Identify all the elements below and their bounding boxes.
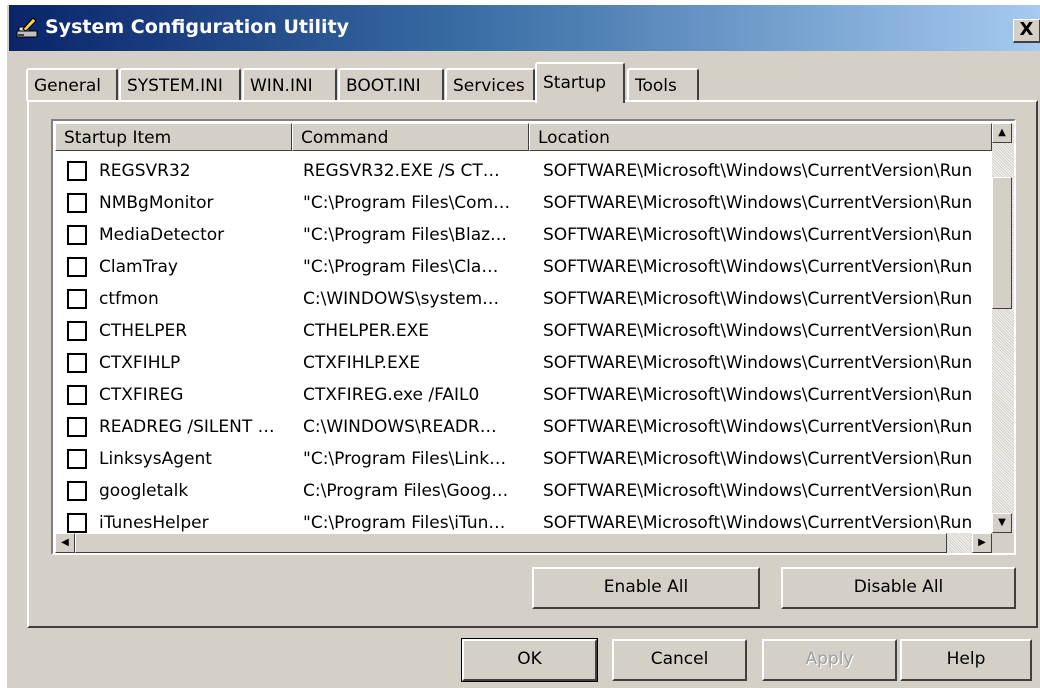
table-row[interactable]: CTHELPER CTHELPER.EXE SOFTWARE\Microsoft\W… (53, 315, 993, 347)
tab-startup[interactable]: Startup (535, 62, 625, 105)
startup-item-checkbox[interactable] (67, 513, 87, 533)
tab-boot-ini[interactable]: BOOT.INI (338, 68, 444, 101)
table-row[interactable]: REGSVR32 REGSVR32.EXE /S CT… SOFTWARE\Micr… (53, 155, 993, 187)
startup-item-checkbox[interactable] (67, 481, 87, 501)
startup-item-command: CTXFIHLP.EXE (303, 353, 421, 373)
enable-all-button[interactable]: Enable All (532, 567, 760, 609)
startup-item-checkbox[interactable] (67, 257, 87, 277)
startup-item-checkbox[interactable] (67, 321, 87, 341)
startup-item-location: SOFTWARE\Microsoft\Windows\CurrentVersio… (543, 353, 973, 373)
startup-item-command: "C:\Program Files\Cla… (303, 257, 499, 277)
scrollbar-corner (992, 533, 1014, 553)
apply-button[interactable]: Apply (762, 639, 897, 681)
msconfig-icon (16, 17, 38, 38)
startup-item-name: ClamTray (99, 257, 178, 277)
startup-item-command: "C:\Program Files\Blaz… (303, 225, 508, 245)
startup-item-command: C:\WINDOWS\READR… (303, 417, 497, 437)
arrow-up-icon[interactable]: ▲ (992, 123, 1012, 143)
tab-general[interactable]: General (26, 68, 118, 101)
startup-item-name: CTXFIHLP (99, 353, 181, 373)
arrow-right-icon[interactable]: ▶ (972, 533, 992, 553)
startup-item-name: ctfmon (99, 289, 159, 309)
startup-item-command: C:\WINDOWS\system… (303, 289, 500, 309)
startup-item-name: MediaDetector (99, 225, 225, 245)
startup-item-location: SOFTWARE\Microsoft\Windows\CurrentVersio… (543, 193, 973, 213)
startup-item-location: SOFTWARE\Microsoft\Windows\CurrentVersio… (543, 257, 973, 277)
startup-item-name: CTXFIREG (99, 385, 184, 405)
column-header-location[interactable]: Location (529, 123, 992, 151)
startup-item-command: REGSVR32.EXE /S CT… (303, 161, 500, 181)
title-bar[interactable]: System Configuration Utility X (9, 5, 1040, 51)
disable-all-button[interactable]: Disable All (781, 567, 1016, 609)
startup-item-name: CTHELPER (99, 321, 188, 341)
startup-item-name: LinksysAgent (99, 449, 212, 469)
startup-item-name: googletalk (99, 481, 189, 501)
startup-item-name: iTunesHelper (99, 513, 209, 533)
startup-item-location: SOFTWARE\Microsoft\Windows\CurrentVersio… (543, 417, 973, 437)
startup-item-location: SOFTWARE\Microsoft\Windows\CurrentVersio… (543, 289, 973, 309)
vertical-scroll-thumb[interactable] (992, 177, 1012, 309)
startup-item-checkbox[interactable] (67, 353, 87, 373)
tab-win-ini[interactable]: WIN.INI (242, 68, 337, 101)
table-row[interactable]: LinksysAgent "C:\Program Files\Link… SOFTW… (53, 443, 993, 475)
tab-tools[interactable]: Tools (627, 68, 699, 101)
startup-item-name: NMBgMonitor (99, 193, 214, 213)
startup-item-command: "C:\Program Files\Com… (303, 193, 511, 213)
tab-services[interactable]: Services (445, 68, 535, 101)
startup-item-checkbox[interactable] (67, 449, 87, 469)
startup-item-command: CTXFIREG.exe /FAIL0 (303, 385, 480, 405)
startup-item-checkbox[interactable] (67, 289, 87, 309)
startup-item-checkbox[interactable] (67, 417, 87, 437)
startup-list[interactable]: Startup Item Command Location REGSVR32 RE… (51, 119, 1016, 555)
startup-item-location: SOFTWARE\Microsoft\Windows\CurrentVersio… (543, 449, 973, 469)
startup-item-location: SOFTWARE\Microsoft\Windows\CurrentVersio… (543, 225, 973, 245)
startup-item-location: SOFTWARE\Microsoft\Windows\CurrentVersio… (543, 161, 973, 181)
startup-item-location: SOFTWARE\Microsoft\Windows\CurrentVersio… (543, 321, 973, 341)
startup-item-checkbox[interactable] (67, 193, 87, 213)
ok-button[interactable]: OK (461, 638, 598, 682)
system-configuration-window: System Configuration Utility X General S… (5, 3, 1040, 688)
table-row[interactable]: MediaDetector "C:\Program Files\Blaz… SOFT… (53, 219, 993, 251)
startup-item-checkbox[interactable] (67, 225, 87, 245)
startup-item-name: REGSVR32 (99, 161, 191, 181)
table-row[interactable]: CTXFIHLP CTXFIHLP.EXE SOFTWARE\Microsoft\W… (53, 347, 993, 379)
startup-item-command: CTHELPER.EXE (303, 321, 429, 341)
table-row[interactable]: googletalk C:\Program Files\Goog… SOFTWARE… (53, 475, 993, 507)
table-row[interactable]: CTXFIREG CTXFIREG.exe /FAIL0 SOFTWARE\Micr… (53, 379, 993, 411)
tab-system-ini[interactable]: SYSTEM.INI (119, 68, 241, 101)
arrow-left-icon[interactable]: ◀ (55, 533, 75, 553)
startup-item-checkbox[interactable] (67, 385, 87, 405)
horizontal-scrollbar[interactable]: ◀ ▶ (55, 533, 992, 553)
table-row[interactable]: READREG /SILENT … C:\WINDOWS\READR… SOFTWA… (53, 411, 993, 443)
startup-item-name: READREG /SILENT … (99, 417, 275, 437)
table-row[interactable]: ctfmon C:\WINDOWS\system… SOFTWARE\Microso… (53, 283, 993, 315)
help-button[interactable]: Help (900, 639, 1032, 681)
startup-item-location: SOFTWARE\Microsoft\Windows\CurrentVersio… (543, 481, 973, 501)
arrow-down-icon[interactable]: ▼ (992, 513, 1012, 533)
horizontal-scroll-thumb[interactable] (75, 533, 947, 553)
close-button[interactable]: X (1013, 19, 1040, 43)
startup-item-checkbox[interactable] (67, 161, 87, 181)
startup-item-command: "C:\Program Files\Link… (303, 449, 507, 469)
vertical-scrollbar[interactable]: ▲ ▼ (992, 123, 1014, 535)
startup-item-command: C:\Program Files\Goog… (303, 481, 509, 501)
cancel-button[interactable]: Cancel (612, 639, 747, 681)
startup-item-location: SOFTWARE\Microsoft\Windows\CurrentVersio… (543, 513, 973, 533)
table-row[interactable]: ClamTray "C:\Program Files\Cla… SOFTWARE\M… (53, 251, 993, 283)
column-header-startup-item[interactable]: Startup Item (55, 123, 292, 151)
startup-item-location: SOFTWARE\Microsoft\Windows\CurrentVersio… (543, 385, 973, 405)
column-header-command[interactable]: Command (292, 123, 529, 151)
startup-item-command: "C:\Program Files\iTun… (303, 513, 506, 533)
window-title: System Configuration Utility (45, 16, 349, 38)
table-row[interactable]: NMBgMonitor "C:\Program Files\Com… SOFTWAR… (53, 187, 993, 219)
